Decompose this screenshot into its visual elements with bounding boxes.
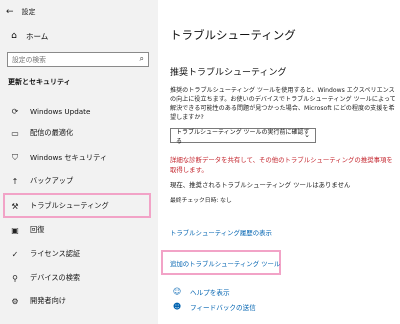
view-history-link[interactable]: トラブルシューティング履歴の表示 [170, 228, 272, 237]
feedback-icon: ☻ [172, 302, 182, 311]
chevron-down-icon: ⌄ [304, 131, 310, 139]
section-heading: 更新とセキュリティ [8, 78, 71, 86]
diagnostic-data-warning[interactable]: 詳細な診断データを共有して、その他のトラブルシューティングの推奨事項を取得します… [170, 155, 396, 175]
activation-check-icon: ✓ [11, 249, 19, 259]
sidebar-item-backup[interactable]: ↑ バックアップ [0, 172, 158, 190]
sidebar-item-recovery[interactable]: ▣ 回復 [0, 221, 158, 239]
developer-icon: ⚙ [11, 296, 19, 306]
sidebar-item-windows-security[interactable]: ⛉ Windows セキュリティ [0, 149, 158, 167]
delivery-optimization-icon: ▭ [11, 128, 19, 138]
help-icon: ☺ [172, 287, 182, 296]
page-title: トラブルシューティング [170, 28, 296, 42]
description-text: 推奨のトラブルシューティング ツールを使用すると、Windows エクスペリエン… [170, 87, 396, 121]
help-label: ヘルプを表示 [190, 288, 230, 297]
get-help-link[interactable]: ☺ ヘルプを表示 [170, 286, 230, 297]
sidebar-item-label: 回復 [30, 225, 45, 234]
main-content: トラブルシューティング 推奨トラブルシューティング 推奨のトラブルシューティング… [158, 0, 400, 324]
give-feedback-link[interactable]: ☻ フィードバックの送信 [170, 301, 256, 312]
sidebar-item-windows-update[interactable]: ⟳ Windows Update [0, 102, 158, 120]
sidebar-item-delivery-optimization[interactable]: ▭ 配信の最適化 [0, 124, 158, 142]
backup-arrow-icon: ↑ [11, 176, 19, 186]
sidebar-item-label: バックアップ [30, 176, 74, 185]
additional-troubleshooters-link[interactable]: 追加のトラブルシューティング ツール [170, 259, 280, 268]
recovery-icon: ▣ [11, 225, 19, 235]
sidebar-item-label: 配信の最適化 [30, 128, 74, 137]
section-subtitle: 推奨トラブルシューティング [170, 68, 287, 78]
window-titlebar: ← 設定 [6, 6, 36, 18]
sync-icon: ⟳ [11, 106, 19, 116]
status-text: 現在、推奨されるトラブルシューティング ツールはありません [170, 181, 351, 189]
search-box[interactable]: ⌕ [7, 52, 149, 67]
find-device-icon: ⚲ [12, 273, 18, 283]
last-check-text: 最終チェック日時: なし [170, 198, 232, 204]
sidebar-item-for-developers[interactable]: ⚙ 開発者向け [0, 292, 158, 310]
sidebar-item-label: 開発者向け [30, 296, 66, 305]
window-title: 設定 [21, 8, 36, 16]
sidebar: ← 設定 ⌂ ホーム ⌕ 更新とセキュリティ ⟳ Windows Update … [0, 0, 158, 324]
back-arrow-icon[interactable]: ← [6, 7, 14, 17]
sidebar-item-label: デバイスの検索 [30, 273, 81, 282]
sidebar-item-label: Windows Update [30, 106, 91, 116]
sidebar-home[interactable]: ⌂ ホーム [8, 30, 48, 42]
search-icon[interactable]: ⌕ [140, 54, 144, 64]
troubleshoot-preference-dropdown[interactable]: トラブルシューティング ツールの実行前に確認する ⌄ [170, 128, 316, 145]
sidebar-item-find-my-device[interactable]: ⚲ デバイスの検索 [0, 269, 158, 287]
sidebar-item-label: Windows セキュリティ [30, 153, 108, 162]
feedback-label: フィードバックの送信 [190, 303, 256, 312]
search-input[interactable] [12, 54, 130, 66]
home-label: ホーム [26, 31, 49, 41]
shield-icon: ⛉ [12, 153, 18, 162]
sidebar-item-activation[interactable]: ✓ ライセンス認証 [0, 245, 158, 263]
home-icon: ⌂ [11, 31, 17, 41]
dropdown-value: トラブルシューティング ツールの実行前に確認する [176, 128, 310, 145]
highlight-box-troubleshoot [3, 193, 151, 218]
sidebar-item-label: ライセンス認証 [30, 249, 81, 258]
